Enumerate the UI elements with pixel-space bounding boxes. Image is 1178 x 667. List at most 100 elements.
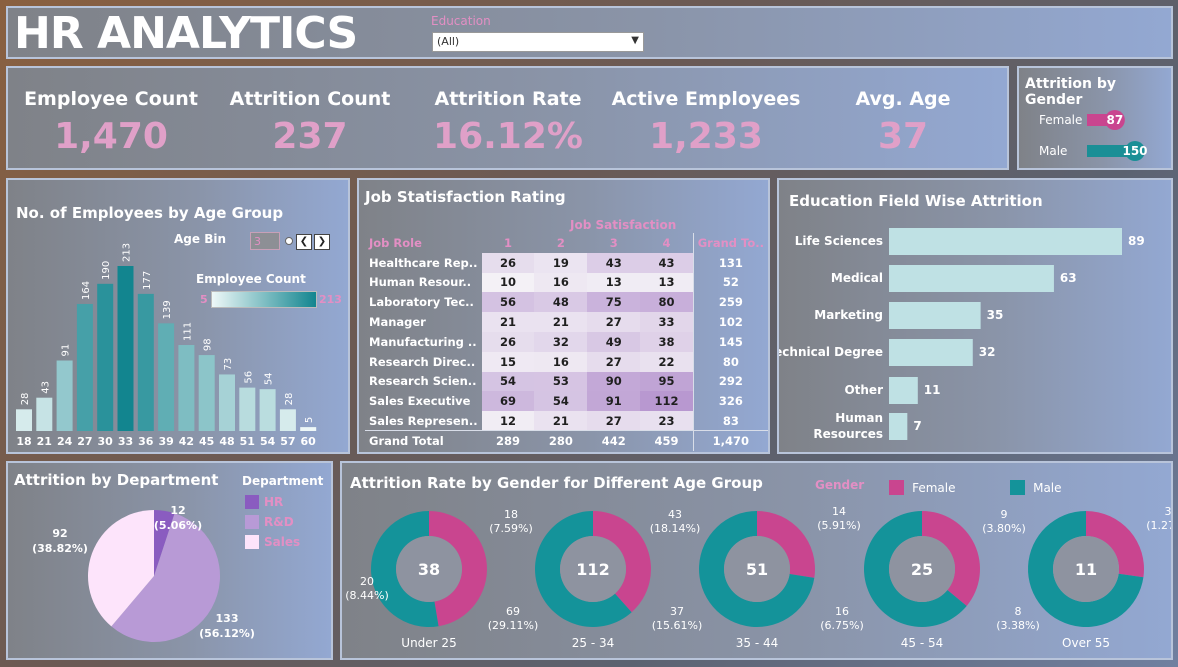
education-filter-label: Education	[431, 14, 491, 28]
table-row: Healthcare Rep.. 26 19 43 43 131	[365, 252, 768, 273]
job-satisfaction-column-group: Job Satisfaction	[570, 218, 677, 232]
table-cell-value: 19	[534, 252, 588, 273]
table-row: Sales Executive 69 54 91 112 326	[365, 391, 768, 412]
table-cell-value: 80	[640, 292, 694, 313]
age-bar	[158, 323, 175, 431]
pie-data-label: (38.82%)	[32, 542, 88, 555]
donut-male-count: 37	[670, 605, 684, 618]
table-cell-value: 280	[548, 434, 573, 449]
education-filter-select[interactable]: (All) ▼	[432, 32, 644, 52]
edu-bar-label: 35	[987, 308, 1004, 322]
donut-male-count: 16	[835, 605, 849, 618]
age-tick-label: 21	[37, 435, 52, 448]
age-bar-label: 56	[243, 371, 254, 384]
table-cell-value: 27	[587, 411, 641, 431]
edu-bar	[889, 377, 918, 404]
kpi-active-employees-value: 1,233	[649, 116, 763, 157]
age-bar	[36, 397, 53, 431]
column-header-grand-total: Grand To..	[692, 233, 768, 253]
table-row: Sales Represen.. 12 21 27 23 83	[365, 411, 768, 431]
donut-total-label: 25	[911, 560, 933, 579]
column-header-1: 1	[503, 235, 512, 250]
table-cell-grand-total: 259	[692, 292, 768, 313]
edu-category-label: Marketing	[814, 308, 883, 322]
table-cell-value: 21	[481, 312, 535, 332]
edu-category-label: Other	[844, 383, 883, 397]
table-cell-value: 13	[640, 272, 694, 293]
edu-bar	[889, 413, 908, 440]
table-cell-value: 10	[481, 272, 535, 293]
age-bar	[239, 387, 256, 431]
donut-female-count: 43	[668, 508, 682, 521]
donut-female-count: 18	[504, 508, 518, 521]
gender-value-female: 87	[1106, 113, 1123, 127]
age-tick-label: 33	[118, 435, 133, 448]
donut-female-pct: (7.59%)	[489, 522, 533, 535]
donut-female-pct: (18.14%)	[650, 522, 701, 535]
donut-female-count: 3	[1165, 505, 1172, 518]
table-row: Human Resour.. 10 16 13 13 52	[365, 272, 768, 293]
age-bar-label: 98	[203, 338, 214, 351]
age-bar	[300, 427, 317, 431]
edu-bar-label: 11	[924, 383, 941, 397]
donut-male-pct: (15.61%)	[652, 619, 703, 632]
donut-age-group-label: 45 - 54	[901, 636, 944, 650]
age-bar	[219, 374, 235, 431]
age-bar	[137, 293, 154, 431]
table-cell-value: 90	[587, 371, 641, 392]
age-bar-label: 91	[61, 344, 72, 357]
table-row: Manufacturing .. 26 32 49 38 145	[365, 331, 768, 352]
table-cell-value: 49	[587, 331, 641, 352]
donut-female-count: 9	[1001, 508, 1008, 521]
age-bar	[259, 389, 276, 431]
age-bar-label: 139	[162, 300, 173, 319]
kpi-attrition-rate-label: Attrition Rate	[434, 88, 582, 110]
donut-male-pct: (6.75%)	[820, 619, 864, 632]
table-cell-role: Healthcare Rep..	[369, 255, 478, 270]
age-bar-label: 111	[182, 322, 193, 341]
donut-male-count: 20	[360, 575, 374, 588]
gender-value-male: 150	[1122, 144, 1147, 158]
gender-label-female: Female	[1039, 113, 1082, 127]
table-cell-grand-total: 83	[692, 411, 768, 431]
table-cell-value: 289	[495, 434, 520, 449]
age-bar-label: 177	[142, 271, 153, 290]
table-cell-grand-total: 131	[692, 252, 768, 273]
age-bar	[198, 355, 215, 431]
education-field-panel: Education Field Wise Attrition 89 Life Sc…	[777, 178, 1173, 454]
age-tick-label: 24	[57, 435, 73, 448]
table-cell-grand-total: 292	[692, 371, 768, 392]
edu-bar-label: 7	[913, 419, 921, 433]
table-cell-grand-total: 102	[692, 312, 768, 332]
age-tick-label: 36	[138, 435, 154, 448]
edu-bar	[889, 339, 973, 366]
table-row: Research Scien.. 54 53 90 95 292	[365, 371, 768, 392]
job-satisfaction-title: Job Statisfaction Rating	[365, 188, 566, 206]
table-cell-value: 53	[534, 371, 588, 392]
age-tick-label: 27	[77, 435, 92, 448]
table-cell-role: Manager	[369, 315, 426, 330]
age-gender-panel: Attrition Rate by Gender for Different A…	[340, 461, 1173, 660]
column-header-2: 2	[556, 235, 565, 250]
age-bar-label: 213	[122, 243, 133, 262]
table-cell-value: 43	[587, 252, 641, 273]
chevron-down-icon[interactable]: ▼	[631, 35, 639, 46]
edu-category-label: Life Sciences	[795, 234, 883, 248]
table-cell-grand-total: 145	[692, 331, 768, 352]
table-cell-role: Manufacturing ..	[369, 334, 477, 349]
age-bar	[117, 266, 134, 431]
age-gender-donut-charts: 38Under 2518(7.59%)20(8.44%)11225 - 3443…	[345, 505, 1172, 650]
gender-label-male: Male	[1039, 144, 1067, 158]
edu-bar	[889, 228, 1122, 255]
pie-data-label: 133	[216, 612, 239, 625]
table-cell-value: 12	[481, 411, 535, 431]
donut-male-count: 8	[1015, 605, 1022, 618]
gender-attrition-chart: Female 87 Male 150	[1039, 110, 1148, 161]
table-cell-value: 15	[481, 351, 535, 372]
age-bar-label: 5	[304, 417, 315, 423]
donut-age-group-label: 25 - 34	[572, 636, 615, 650]
column-header-4: 4	[662, 235, 671, 250]
kpi-attrition-rate-value: 16.12%	[433, 116, 583, 157]
age-tick-label: 51	[240, 435, 255, 448]
table-cell-role: Sales Executive	[369, 394, 471, 409]
